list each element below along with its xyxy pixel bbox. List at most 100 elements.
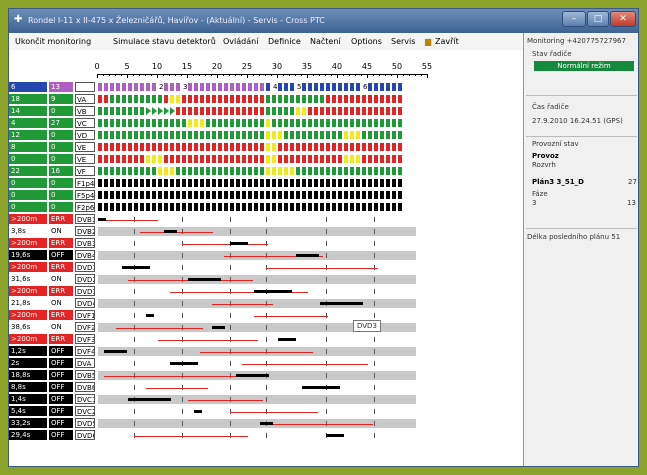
detector-pulse [134, 289, 135, 294]
row-name-box[interactable]: DVD1 [75, 262, 95, 272]
row-value-box: 12 [9, 130, 47, 140]
signal-cell [110, 203, 114, 211]
signal-row-f2p6: 0 0 F2p6 [9, 202, 523, 213]
row-name-box[interactable]: VC [75, 118, 95, 128]
signal-cell [134, 95, 138, 103]
signal-cell [170, 143, 174, 151]
menu-ovladani[interactable]: Ovládání [223, 37, 258, 46]
maximize-button[interactable]: □ [587, 11, 609, 27]
row-name-box[interactable]: DVD6 [75, 430, 95, 440]
signal-cell [218, 143, 222, 151]
signal-cell [98, 107, 102, 115]
row-name-box[interactable]: DVC2 [75, 406, 95, 416]
signal-cell [224, 119, 228, 127]
signal-cell [170, 95, 174, 103]
ruler-tick [133, 74, 134, 76]
ruler-tick [193, 74, 194, 76]
title-bar[interactable]: ✚ Rondel I-11 x II-475 x Železničářů, Ha… [9, 9, 638, 33]
row-name-box[interactable]: DVF4 [75, 346, 95, 356]
signal-cell [140, 155, 144, 163]
row-name-box[interactable]: F5p4 [75, 190, 95, 200]
row-name-box[interactable]: VD [75, 130, 95, 140]
detector-pulse [134, 337, 135, 342]
signal-cell [326, 131, 330, 139]
signal-cell [284, 119, 288, 127]
row-name-box[interactable]: VA [75, 94, 95, 104]
row-name-box[interactable]: DVD5 [75, 418, 95, 428]
signal-cell [290, 131, 294, 139]
signal-cell [122, 95, 126, 103]
row-name-box[interactable]: F2p6 [75, 202, 95, 212]
row-name-box[interactable]: VF [75, 166, 95, 176]
row-name-box[interactable]: DVD2 [75, 274, 95, 284]
row-name-box[interactable]: DVD4 [75, 298, 95, 308]
signal-cell [200, 95, 204, 103]
signal-cell [104, 119, 108, 127]
row-name-box[interactable]: DVD3 [75, 286, 95, 296]
signal-cell [206, 119, 210, 127]
exit-icon: ▆ [425, 37, 432, 46]
row-name-box[interactable]: VE [75, 154, 95, 164]
detector-pulse [374, 229, 375, 234]
signal-cell [302, 131, 306, 139]
menu-zavrit[interactable]: Zavřít [435, 37, 459, 46]
ruler-tick [427, 74, 428, 78]
row-name-box[interactable]: VB [75, 106, 95, 116]
row-name-box[interactable]: DVF2 [75, 322, 95, 332]
detector-occupancy [302, 386, 340, 389]
signal-cell [212, 179, 216, 187]
signal-cell [272, 179, 276, 187]
signal-cell [362, 191, 366, 199]
detector-pulse [134, 229, 135, 234]
minimize-button[interactable]: – [562, 11, 586, 27]
detector-occupancy [320, 302, 363, 305]
menu-simulace[interactable]: Simulace stavu detektorů [113, 37, 216, 46]
row-name-box[interactable]: DVB3 [75, 238, 95, 248]
detector-occupancy [98, 218, 106, 221]
row-name-box[interactable]: DVB6 [75, 382, 95, 392]
signal-cell [128, 143, 132, 151]
signal-cell [134, 143, 138, 151]
signal-cell [206, 143, 210, 151]
detector-pulse [182, 397, 183, 402]
signal-cell [260, 167, 264, 175]
signal-cell [104, 191, 108, 199]
row-state-box: OFF [49, 358, 73, 368]
row-name-box[interactable]: DVB2 [75, 226, 95, 236]
detector-row-dvb5: 18,8s OFF DVB5 [9, 370, 523, 381]
row-name-box[interactable]: DVA [75, 358, 95, 368]
signal-cell [284, 143, 288, 151]
menu-ukoncit-monitoring[interactable]: Ukončit monitoring [15, 37, 91, 46]
menu-servis[interactable]: Servis [391, 37, 415, 46]
menu-options[interactable]: Options [351, 37, 382, 46]
row-name-box[interactable]: DVF3 [75, 334, 95, 344]
plan-cycle-box: 6 [9, 82, 47, 92]
row-name-box[interactable]: VE [75, 142, 95, 152]
row-state-box: 9 [49, 94, 73, 104]
signal-cell [398, 119, 402, 127]
signal-cell [266, 107, 270, 115]
detector-pulse [374, 397, 375, 402]
signal-cell [356, 107, 360, 115]
detector-pulse [230, 385, 231, 390]
signal-cell [308, 203, 312, 211]
menu-nacteni[interactable]: Načtení [310, 37, 341, 46]
row-name-box[interactable]: DVB5 [75, 370, 95, 380]
row-name-box[interactable]: DVC1 [75, 394, 95, 404]
row-name-box[interactable]: DVB4 [75, 250, 95, 260]
signal-cell [164, 179, 168, 187]
menu-definice[interactable]: Definice [268, 37, 301, 46]
signal-cell [344, 107, 348, 115]
faze-value: 3 [532, 199, 537, 207]
row-name-box[interactable]: F1p4 [75, 178, 95, 188]
row-name-box[interactable]: DVB1 [75, 214, 95, 224]
signal-cell [140, 131, 144, 139]
signal-cell [122, 155, 126, 163]
row-name-box[interactable]: DVF1 [75, 310, 95, 320]
close-button[interactable]: ✕ [610, 11, 636, 27]
signal-cell [164, 95, 168, 103]
signal-cell [224, 191, 228, 199]
ruler-label: 0 [94, 62, 100, 71]
phase-cell [266, 83, 270, 91]
signal-cell [314, 191, 318, 199]
